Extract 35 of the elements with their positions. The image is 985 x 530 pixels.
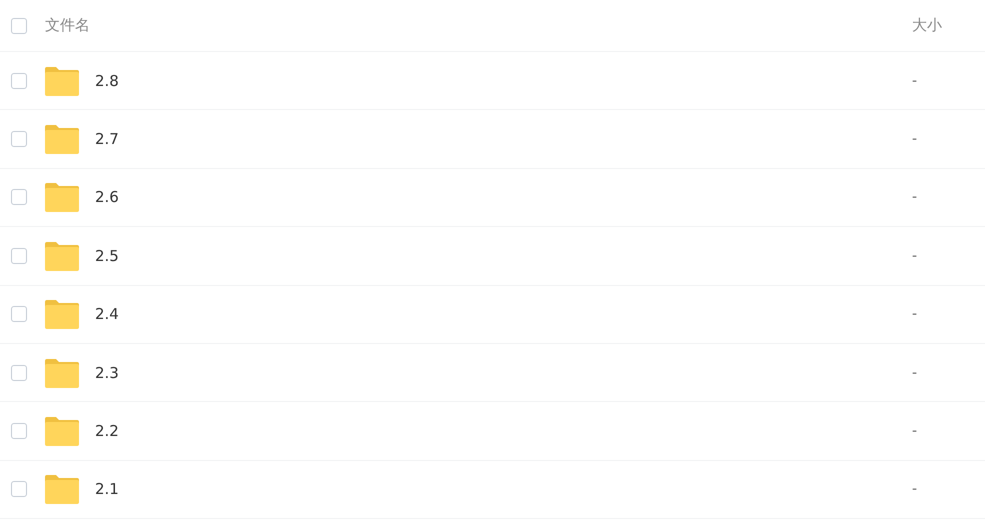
file-size: - <box>912 364 918 381</box>
column-header[interactable]: 大小 <box>912 16 985 35</box>
file-name[interactable]: 2.7 <box>95 130 912 148</box>
checkbox[interactable] <box>11 306 27 322</box>
file-name[interactable]: 2.3 <box>95 364 912 382</box>
file-name[interactable]: 2.4 <box>95 305 912 324</box>
checkbox[interactable] <box>11 18 27 34</box>
folder-icon <box>45 182 79 212</box>
file-size: - <box>912 481 918 498</box>
checkbox[interactable] <box>11 423 27 440</box>
folder-icon <box>45 124 79 154</box>
folder-icon <box>45 66 79 96</box>
column-header[interactable]: 文件名 <box>45 16 912 35</box>
checkbox[interactable] <box>11 248 27 264</box>
folder-icon <box>45 474 79 504</box>
folder-icon <box>45 358 79 388</box>
folder-icon <box>45 240 79 271</box>
file-size: - <box>912 131 918 148</box>
checkbox[interactable] <box>11 481 27 498</box>
file-size: - <box>912 189 918 206</box>
file-name[interactable]: 2.1 <box>95 480 912 498</box>
file-name[interactable]: 2.6 <box>95 188 912 206</box>
checkbox[interactable] <box>11 131 27 148</box>
folder-icon <box>45 299 79 330</box>
file-size: - <box>912 306 918 322</box>
file-size: - <box>912 72 918 89</box>
checkbox[interactable] <box>11 189 27 206</box>
checkbox[interactable] <box>11 72 27 89</box>
folder-icon <box>45 416 79 446</box>
file-name[interactable]: 2.5 <box>95 246 912 265</box>
file-size: - <box>912 248 918 264</box>
file-size: - <box>912 423 918 440</box>
file-name[interactable]: 2.8 <box>95 72 912 90</box>
file-name[interactable]: 2.2 <box>95 422 912 440</box>
checkbox[interactable] <box>11 364 27 381</box>
